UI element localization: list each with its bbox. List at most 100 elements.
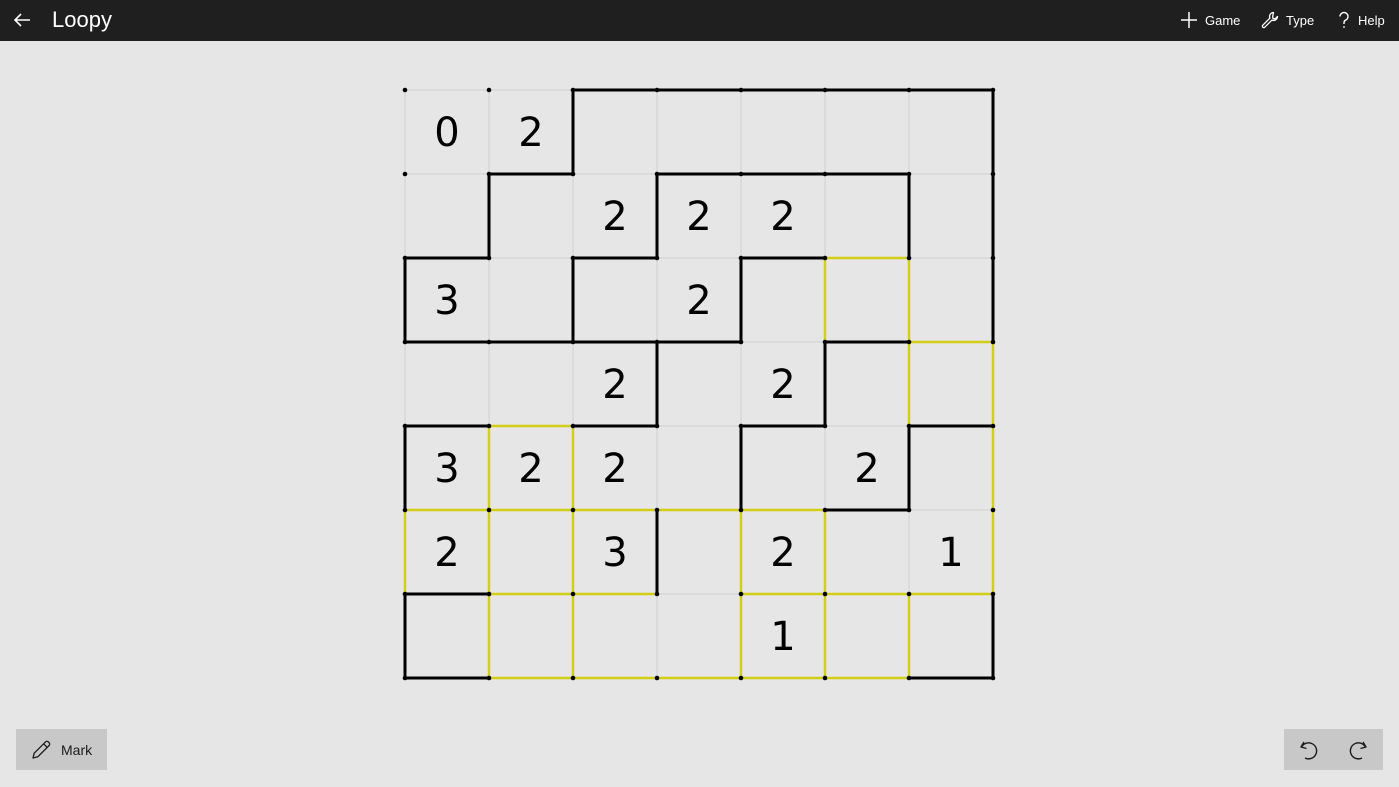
board-cell[interactable]	[489, 258, 573, 342]
board-cell[interactable]	[489, 342, 573, 426]
grid-dot	[486, 339, 492, 345]
board-cell[interactable]	[825, 594, 909, 678]
grid-dot	[402, 87, 408, 93]
board-cell[interactable]	[489, 510, 573, 594]
clue-number: 2	[770, 194, 795, 240]
board-cell[interactable]	[741, 258, 825, 342]
mark-button[interactable]: Mark	[16, 729, 107, 770]
grid-dot	[990, 507, 996, 513]
wrench-icon	[1261, 11, 1279, 29]
redo-button[interactable]	[1334, 729, 1384, 770]
grid-dot	[402, 423, 408, 429]
board-cell[interactable]	[657, 594, 741, 678]
grid-dot	[990, 255, 996, 261]
board-cell[interactable]	[825, 258, 909, 342]
grid-dot	[990, 171, 996, 177]
board-cell[interactable]	[405, 174, 489, 258]
grid-dot	[738, 87, 744, 93]
board-cell[interactable]	[657, 90, 741, 174]
clue-number: 1	[938, 530, 963, 576]
type-menu-button[interactable]: Type	[1261, 8, 1314, 32]
board-cell[interactable]	[573, 594, 657, 678]
board-cell[interactable]	[489, 594, 573, 678]
board-cell[interactable]	[909, 426, 993, 510]
pencil-icon	[32, 740, 51, 759]
grid-dot	[402, 339, 408, 345]
app-title: Loopy	[52, 7, 112, 32]
grid-dot	[738, 423, 744, 429]
clue-number: 2	[686, 194, 711, 240]
grid-dot	[822, 507, 828, 513]
help-menu-button[interactable]: Help	[1337, 8, 1385, 32]
clue-number: 1	[770, 614, 795, 660]
grid-dot	[906, 339, 912, 345]
board-cell[interactable]	[825, 90, 909, 174]
grid-dot	[906, 591, 912, 597]
grid-dot	[822, 675, 828, 681]
board-cell[interactable]	[657, 510, 741, 594]
clue-number: 2	[770, 530, 795, 576]
undo-redo-group	[1284, 729, 1383, 770]
grid-dot	[486, 507, 492, 513]
grid-dot	[990, 423, 996, 429]
grid-dot	[990, 591, 996, 597]
help-menu-label: Help	[1358, 12, 1385, 28]
undo-button[interactable]	[1284, 729, 1334, 770]
board-cell[interactable]	[825, 174, 909, 258]
board-cell[interactable]	[489, 174, 573, 258]
back-arrow-icon	[13, 13, 30, 27]
board-cell[interactable]	[573, 258, 657, 342]
clue-number: 3	[434, 446, 459, 492]
grid-dot	[654, 339, 660, 345]
grid-dot	[906, 675, 912, 681]
grid-dot	[822, 87, 828, 93]
grid-dot	[906, 255, 912, 261]
grid-dot	[570, 591, 576, 597]
grid-dot	[822, 171, 828, 177]
grid-dot	[822, 255, 828, 261]
grid-dot	[906, 87, 912, 93]
clue-number: 3	[602, 530, 627, 576]
board-cell[interactable]	[825, 342, 909, 426]
board-cell[interactable]	[741, 90, 825, 174]
clue-number: 3	[434, 278, 459, 324]
clue-number: 2	[602, 194, 627, 240]
grid-dot	[486, 87, 492, 93]
board-cell[interactable]	[825, 510, 909, 594]
loopy-board[interactable]: 0 2 2 2 2 3 2 2 2 3 2 2 2 2 3 2 1 1	[0, 41, 1399, 721]
mark-button-label: Mark	[61, 741, 93, 758]
clue-number: 0	[434, 110, 459, 156]
clue-number: 2	[518, 446, 543, 492]
grid-dot	[402, 507, 408, 513]
board-cell[interactable]	[657, 426, 741, 510]
clue-number: 2	[854, 446, 879, 492]
plus-icon	[1181, 12, 1197, 28]
board-cell[interactable]	[405, 594, 489, 678]
redo-icon	[1349, 741, 1367, 760]
grid-dot	[654, 507, 660, 513]
board-cell[interactable]	[573, 90, 657, 174]
board-cell[interactable]	[909, 258, 993, 342]
board-cell[interactable]	[405, 342, 489, 426]
grid-dot	[654, 255, 660, 261]
board-cell[interactable]	[741, 426, 825, 510]
grid-dot	[486, 171, 492, 177]
clue-number: 2	[518, 110, 543, 156]
grid-dot	[654, 87, 660, 93]
grid-dot	[654, 591, 660, 597]
board-cell[interactable]	[657, 342, 741, 426]
grid-dot	[486, 423, 492, 429]
board-cell[interactable]	[909, 342, 993, 426]
back-button[interactable]	[4, 2, 40, 38]
grid-dot	[822, 591, 828, 597]
board-cell[interactable]	[909, 90, 993, 174]
grid-dot	[654, 423, 660, 429]
grid-dot	[402, 675, 408, 681]
grid-dot	[570, 255, 576, 261]
undo-icon	[1300, 741, 1318, 760]
board-cell[interactable]	[909, 174, 993, 258]
game-menu-button[interactable]: Game	[1180, 8, 1240, 32]
question-mark-icon	[1339, 11, 1349, 28]
board-cell[interactable]	[909, 594, 993, 678]
grid-dot	[570, 87, 576, 93]
